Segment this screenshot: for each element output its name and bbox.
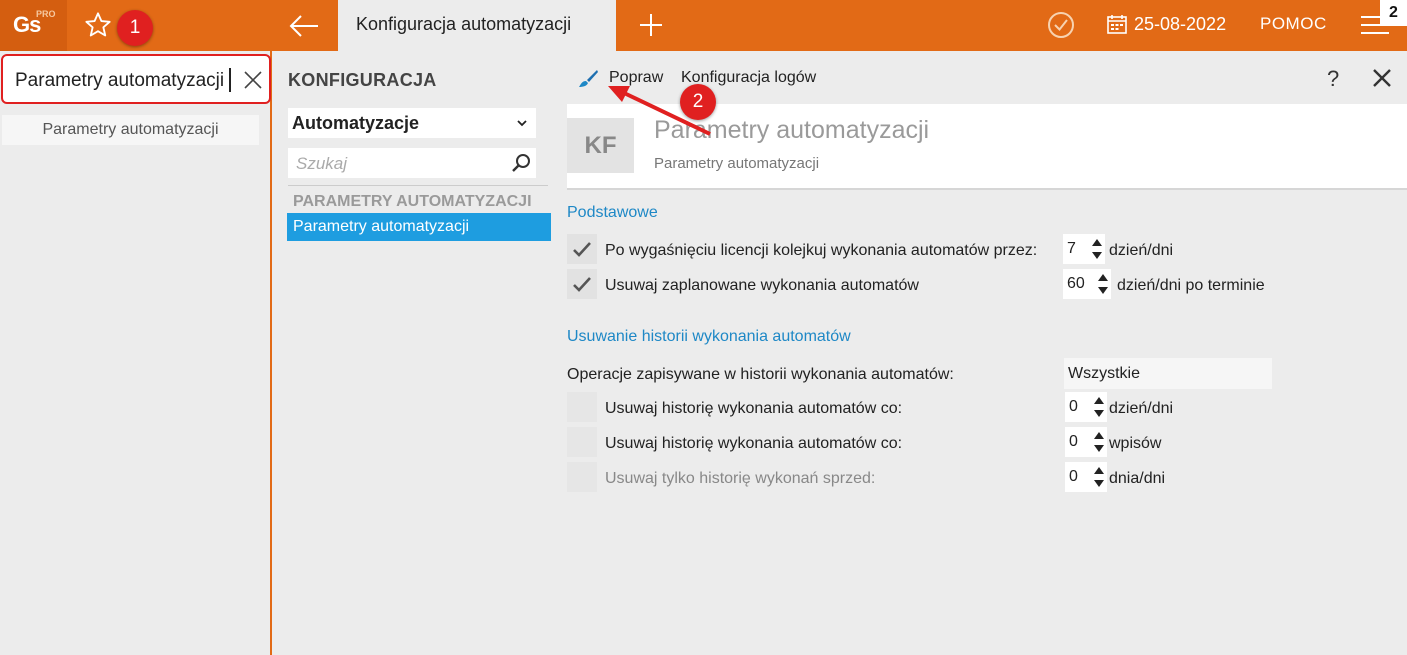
check-circle-icon[interactable] — [1047, 11, 1075, 39]
chevron-down-icon — [517, 120, 527, 127]
annotation-step-2: 2 — [680, 84, 716, 120]
brush-icon[interactable] — [576, 67, 600, 91]
date-display[interactable]: 25-08-2022 — [1134, 14, 1226, 35]
star-icon[interactable] — [84, 11, 112, 39]
operations-select[interactable]: Wszystkie — [1064, 358, 1272, 389]
tab-title: Konfiguracja automatyzacji — [356, 14, 572, 34]
stepper-arrows-icon[interactable] — [1093, 465, 1105, 489]
corner-number-badge: 2 — [1380, 0, 1407, 26]
help-button[interactable]: ? — [1327, 66, 1339, 92]
tab-konfiguracja-automatyzacji[interactable]: Konfiguracja automatyzacji — [338, 0, 616, 51]
unit-label: dnia/dni — [1109, 470, 1166, 487]
top-bar: Gs PRO Konfiguracja automatyzacji 25-08-… — [0, 0, 1407, 51]
new-tab-plus-icon[interactable] — [637, 11, 665, 39]
history-before-label: Usuwaj tylko historię wykonań sprzed: — [605, 470, 876, 487]
section-title-history: Usuwanie historii wykonania automatów — [567, 328, 851, 345]
license-queue-days-stepper[interactable]: 7 — [1063, 234, 1105, 264]
close-icon[interactable] — [1371, 67, 1393, 89]
configuration-nav-panel: KONFIGURACJA Automatyzacje Szukaj PARAME… — [273, 51, 553, 655]
menu-search-value: Parametry automatyzacji — [15, 70, 225, 91]
unit-label: dzień/dni po terminie — [1117, 277, 1265, 294]
stepper-arrows-icon[interactable] — [1093, 430, 1105, 454]
unit-label: dzień/dni — [1109, 242, 1174, 259]
panel-title: KONFIGURACJA — [288, 70, 437, 90]
history-entries-label: Usuwaj historię wykonania automatów co: — [605, 435, 903, 452]
form-body: Podstawowe Po wygaśnięciu licencji kolej… — [553, 192, 1407, 655]
history-entries-stepper[interactable]: 0 — [1065, 427, 1107, 457]
checkbox-history-days[interactable] — [567, 392, 597, 422]
stepper-value: 0 — [1069, 433, 1078, 450]
stepper-arrows-icon[interactable] — [1091, 237, 1103, 261]
nav-search-input[interactable]: Szukaj — [288, 148, 536, 178]
history-before-stepper[interactable]: 0 — [1065, 462, 1107, 492]
checkmark-icon — [573, 277, 591, 292]
operations-select-value: Wszystkie — [1068, 365, 1140, 382]
category-select-value: Automatyzacje — [292, 113, 420, 133]
checkbox-license-queue[interactable] — [567, 234, 597, 264]
checkbox-remove-scheduled[interactable] — [567, 269, 597, 299]
annotation-step-1: 1 — [117, 10, 153, 46]
help-link[interactable]: POMOC — [1260, 14, 1327, 34]
stepper-arrows-icon[interactable] — [1093, 395, 1105, 419]
unit-label: dzień/dni — [1109, 400, 1174, 417]
stepper-value: 60 — [1067, 275, 1085, 292]
nav-item-parametry-automatyzacji[interactable]: Parametry automatyzacji — [287, 213, 551, 241]
stepper-value: 7 — [1067, 240, 1076, 257]
calendar-icon[interactable] — [1107, 14, 1127, 34]
history-days-stepper[interactable]: 0 — [1065, 392, 1107, 422]
search-result-item[interactable]: Parametry automatyzacji — [2, 115, 259, 145]
back-arrow-icon[interactable] — [288, 12, 320, 40]
nav-group-label: PARAMETRY AUTOMATYZACJI — [293, 193, 532, 210]
checkbox-history-entries[interactable] — [567, 427, 597, 457]
clear-search-icon[interactable] — [243, 70, 263, 90]
menu-search-input[interactable]: Parametry automatyzacji — [1, 54, 271, 104]
unit-label: wpisów — [1109, 435, 1162, 452]
checkmark-icon — [573, 242, 591, 257]
nav-search-placeholder: Szukaj — [296, 154, 348, 173]
page-subtitle: Parametry automatyzacji — [654, 155, 820, 172]
stepper-arrows-icon[interactable] — [1097, 272, 1109, 296]
license-queue-label: Po wygaśnięciu licencji kolejkuj wykonan… — [605, 242, 1038, 259]
divider — [288, 185, 548, 186]
nav-item-label: Parametry automatyzacji — [293, 218, 470, 235]
logo-pro-label: PRO — [36, 9, 56, 19]
remove-scheduled-days-stepper[interactable]: 60 — [1063, 269, 1111, 299]
operations-label: Operacje zapisywane w historii wykonania… — [567, 366, 954, 383]
text-caret — [229, 68, 231, 92]
section-title-basic: Podstawowe — [567, 204, 658, 221]
checkbox-history-before[interactable] — [567, 462, 597, 492]
remove-scheduled-label: Usuwaj zaplanowane wykonania automatów — [605, 277, 919, 294]
stepper-value: 0 — [1069, 468, 1078, 485]
stepper-value: 0 — [1069, 398, 1078, 415]
history-days-label: Usuwaj historię wykonania automatów co: — [605, 400, 903, 417]
app-logo[interactable]: Gs PRO — [0, 0, 67, 51]
search-icon[interactable] — [510, 152, 532, 174]
category-select[interactable]: Automatyzacje — [288, 108, 536, 138]
left-search-panel: Parametry automatyzacji Parametry automa… — [0, 51, 272, 655]
